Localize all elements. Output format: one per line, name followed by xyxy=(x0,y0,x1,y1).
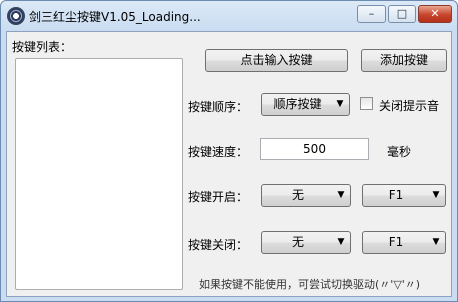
key-start-label: 按键开启： xyxy=(188,190,249,204)
chevron-down-icon: ▼ xyxy=(337,237,345,247)
stop-modifier-select[interactable]: 无 ▼ xyxy=(261,231,351,254)
add-key-button[interactable]: 添加按键 xyxy=(361,49,447,72)
stop-key-value: F1 xyxy=(388,235,404,249)
chevron-down-icon: ▼ xyxy=(337,190,345,200)
key-list[interactable] xyxy=(15,58,183,290)
app-logo-icon xyxy=(7,7,25,25)
app-window: 剑三红尘按键V1.05_Loading... – □ ✕ 按键列表： 点击输入按… xyxy=(0,0,458,302)
client-area: 按键列表： 点击输入按键 添加按键 按键顺序： 顺序按键 ▼ 关闭提示音 按键速… xyxy=(6,31,452,297)
stop-key-select[interactable]: F1 ▼ xyxy=(362,231,446,254)
key-speed-input[interactable]: 500 xyxy=(260,138,369,160)
key-list-label: 按键列表： xyxy=(12,40,73,54)
mute-checkbox[interactable] xyxy=(360,97,373,110)
key-order-select[interactable]: 顺序按键 ▼ xyxy=(261,93,350,116)
chevron-down-icon: ▼ xyxy=(336,99,344,109)
stop-modifier-value: 无 xyxy=(291,235,304,249)
start-modifier-select[interactable]: 无 ▼ xyxy=(261,184,351,207)
key-stop-label: 按键关闭： xyxy=(188,238,249,252)
key-order-value: 顺序按键 xyxy=(273,97,322,111)
driver-hint-text: 如果按键不能使用，可尝试切换驱动(〃'▽'〃) xyxy=(199,278,421,291)
window-title: 剑三红尘按键V1.05_Loading... xyxy=(29,10,201,24)
title-bar[interactable]: 剑三红尘按键V1.05_Loading... – □ ✕ xyxy=(1,1,457,31)
chevron-down-icon: ▼ xyxy=(432,190,440,200)
start-key-value: F1 xyxy=(388,188,404,202)
maximize-button[interactable]: □ xyxy=(388,5,416,23)
start-modifier-value: 无 xyxy=(291,188,304,202)
key-speed-label: 按键速度： xyxy=(188,145,249,159)
close-button[interactable]: ✕ xyxy=(418,5,452,23)
minimize-button[interactable]: – xyxy=(357,5,386,23)
key-order-label: 按键顺序： xyxy=(188,100,249,114)
start-key-select[interactable]: F1 ▼ xyxy=(362,184,446,207)
input-key-button[interactable]: 点击输入按键 xyxy=(205,49,348,72)
mute-label[interactable]: 关闭提示音 xyxy=(379,97,439,114)
chevron-down-icon: ▼ xyxy=(432,237,440,247)
speed-unit: 毫秒 xyxy=(387,145,412,159)
